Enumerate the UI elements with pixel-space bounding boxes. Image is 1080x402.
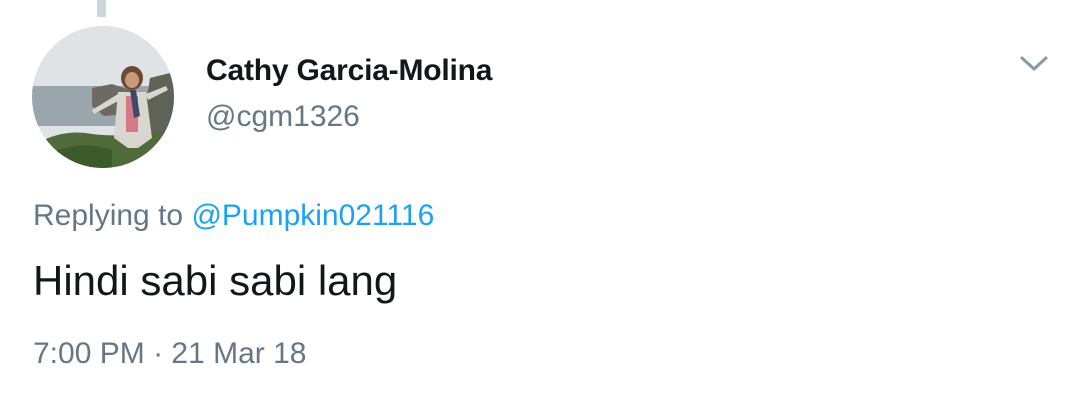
thread-connector-line [97,0,106,17]
replying-to-prefix: Replying to [33,199,184,232]
timestamp-separator: · [153,337,164,370]
tweet-text: Hindi sabi sabi lang [33,257,398,304]
replying-to-mention[interactable]: @Pumpkin021116 [191,199,434,232]
author-display-name[interactable]: Cathy Garcia-Molina [206,54,492,88]
tweet-menu-button[interactable] [1014,44,1054,84]
author-handle[interactable]: @cgm1326 [206,100,360,134]
replying-to-line: Replying to @Pumpkin021116 [33,199,434,233]
tweet-date: 21 Mar 18 [171,337,307,370]
avatar-photo [32,26,174,168]
tweet-timestamp[interactable]: 7:00 PM · 21 Mar 18 [33,337,307,371]
chevron-down-icon [1020,56,1048,71]
avatar[interactable] [32,26,174,168]
tweet-time: 7:00 PM [33,337,145,370]
